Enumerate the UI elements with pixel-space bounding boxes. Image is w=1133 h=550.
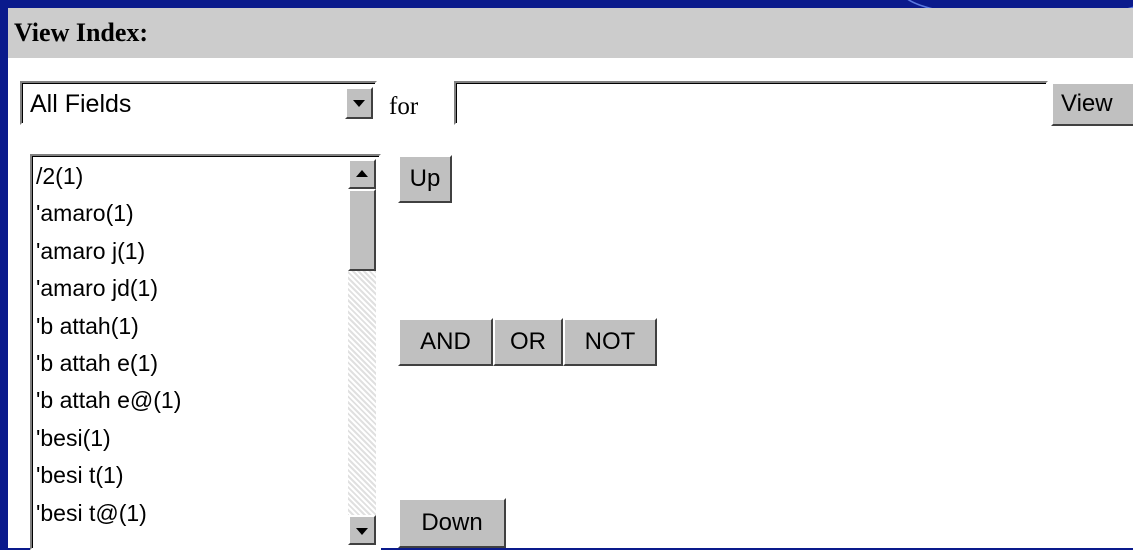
not-button[interactable]: NOT [563, 318, 657, 366]
up-button[interactable]: Up [398, 155, 452, 203]
field-select-value: All Fields [30, 90, 132, 118]
field-select-dropdown-button[interactable] [345, 87, 373, 119]
list-item[interactable]: 'besi t@(1) [36, 495, 336, 532]
list-item[interactable]: 'b attah e(1) [36, 345, 336, 382]
scrollbar-thumb[interactable] [348, 189, 376, 271]
list-item[interactable]: 'besi(1) [36, 420, 336, 457]
chevron-down-icon [353, 100, 365, 107]
for-label: for [389, 93, 419, 120]
down-button[interactable]: Down [398, 498, 506, 548]
index-listbox[interactable]: /2(1) 'amaro(1) 'amaro j(1) 'amaro jd(1)… [30, 154, 381, 550]
list-item[interactable]: 'amaro j(1) [36, 233, 336, 270]
list-item[interactable]: 'besi t(1) [36, 457, 336, 494]
list-item[interactable]: 'amaro(1) [36, 195, 336, 232]
list-item[interactable]: 'b attah e@(1) [36, 382, 336, 419]
page-title: View Index: [14, 18, 149, 47]
scroll-down-button[interactable] [348, 515, 376, 545]
view-index-panel: View Index: All Fields for View /2(1) 'a… [8, 8, 1133, 550]
list-item[interactable]: 'b attah(1) [36, 308, 336, 345]
view-button[interactable]: View [1051, 82, 1133, 126]
header-bar: View Index: [8, 8, 1133, 58]
scroll-up-button[interactable] [348, 159, 376, 189]
index-list: /2(1) 'amaro(1) 'amaro j(1) 'amaro jd(1)… [36, 158, 336, 532]
field-select[interactable]: All Fields [20, 81, 377, 125]
scroll-up-icon [356, 170, 368, 177]
list-item[interactable]: /2(1) [36, 158, 336, 195]
list-item[interactable]: 'amaro jd(1) [36, 270, 336, 307]
list-scrollbar[interactable] [348, 159, 376, 545]
or-button[interactable]: OR [493, 318, 563, 366]
scroll-down-icon [356, 528, 368, 535]
and-button[interactable]: AND [398, 318, 493, 366]
search-input[interactable] [454, 81, 1048, 125]
